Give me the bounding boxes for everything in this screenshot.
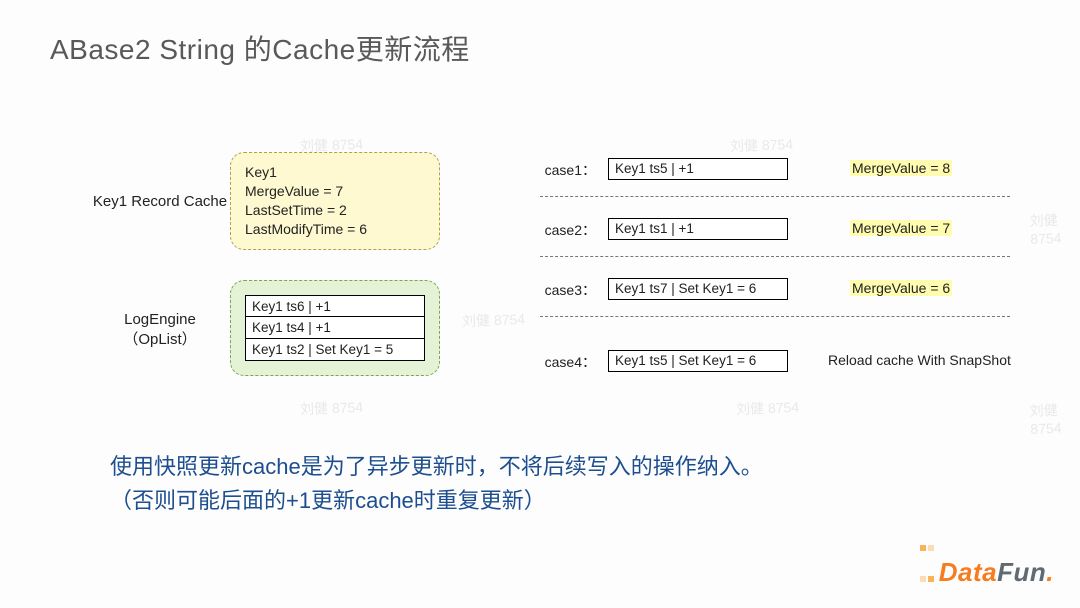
case-result: MergeValue = 8 xyxy=(850,160,952,176)
watermark: 刘健 8754 xyxy=(1029,209,1080,247)
oplist-row: Key1 ts4 | +1 xyxy=(245,317,425,339)
watermark: 刘健 8754 xyxy=(300,397,364,419)
case-label: case4： xyxy=(540,352,596,372)
record-cache-line: LastSetTime = 2 xyxy=(245,201,425,220)
case-label: case3： xyxy=(540,280,596,300)
logengine-label-b: （OpList） xyxy=(123,331,196,348)
oplist-row: Key1 ts2 | Set Key1 = 5 xyxy=(245,339,425,361)
case-divider xyxy=(540,316,1010,317)
case-expr: Key1 ts7 | Set Key1 = 6 xyxy=(608,278,788,300)
watermark: 刘健 8754 xyxy=(730,134,794,156)
logengine-label: LogEngine （OpList） xyxy=(85,310,235,349)
case-result: MergeValue = 6 xyxy=(850,280,952,296)
logo-text-b: Fun xyxy=(997,557,1046,587)
record-cache-line: LastModifyTime = 6 xyxy=(245,220,425,239)
watermark: 刘健 8754 xyxy=(1029,399,1080,437)
record-cache-label: Key1 Record Cache xyxy=(85,192,235,212)
record-cache-line: Key1 xyxy=(245,163,425,182)
record-cache-box: Key1 MergeValue = 7 LastSetTime = 2 Last… xyxy=(230,152,440,250)
watermark: 刘健 8754 xyxy=(736,397,800,419)
case-divider xyxy=(540,256,1010,257)
oplist-box: Key1 ts6 | +1 Key1 ts4 | +1 Key1 ts2 | S… xyxy=(230,280,440,376)
footer-note-line1: 使用快照更新cache是为了异步更新时，不将后续写入的操作纳入。 xyxy=(110,454,763,479)
record-cache-line: MergeValue = 7 xyxy=(245,182,425,201)
case-divider xyxy=(540,196,1010,197)
oplist-row: Key1 ts6 | +1 xyxy=(245,295,425,317)
logo-text-a: Data xyxy=(939,557,997,587)
watermark: 刘健 8754 xyxy=(462,309,526,331)
page-title: ABase2 String 的Cache更新流程 xyxy=(50,28,470,68)
case-label: case2： xyxy=(540,220,596,240)
logengine-label-a: LogEngine xyxy=(124,311,196,328)
slide-root: ABase2 String 的Cache更新流程 刘健 8754 刘健 8754… xyxy=(0,0,1080,608)
footer-note-line2: （否则可能后面的+1更新cache时重复更新） xyxy=(110,488,546,513)
datafun-logo: DataFun. xyxy=(919,528,1054,590)
logo-squares-icon xyxy=(919,528,935,590)
logo-dot: . xyxy=(1046,557,1054,587)
oplist-stack: Key1 ts6 | +1 Key1 ts4 | +1 Key1 ts2 | S… xyxy=(245,295,425,361)
footer-note: 使用快照更新cache是为了异步更新时，不将后续写入的操作纳入。 （否则可能后面… xyxy=(110,450,763,518)
case-label: case1： xyxy=(540,160,596,180)
case-expr: Key1 ts1 | +1 xyxy=(608,218,788,240)
case-result: Reload cache With SnapShot xyxy=(828,352,1011,368)
case-expr: Key1 ts5 | Set Key1 = 6 xyxy=(608,350,788,372)
case-expr: Key1 ts5 | +1 xyxy=(608,158,788,180)
case-result: MergeValue = 7 xyxy=(850,220,952,236)
